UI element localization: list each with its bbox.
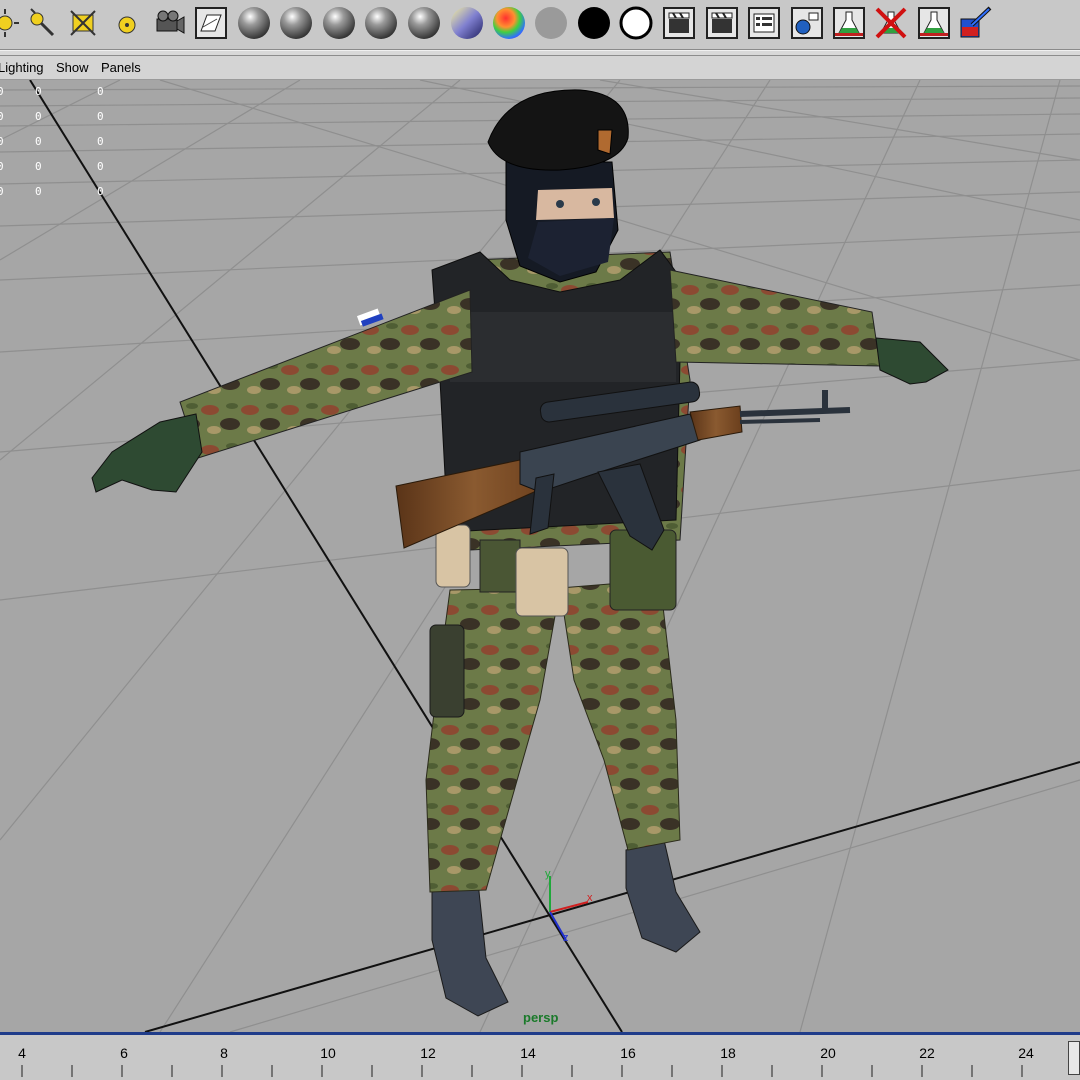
axis-y-label: y <box>545 868 551 880</box>
gray-sphere-icon[interactable] <box>362 4 400 42</box>
gray-sphere-icon[interactable] <box>320 4 358 42</box>
gray-sphere-icon[interactable] <box>277 4 315 42</box>
hud-value: 0 <box>35 135 42 148</box>
texture-placement-icon[interactable] <box>192 4 230 42</box>
flask-icon[interactable] <box>915 4 953 42</box>
rainbow-sphere-icon[interactable] <box>490 4 528 42</box>
hud-value: 0 <box>0 110 4 123</box>
hud-value: 0 <box>0 85 4 98</box>
hud-value: 0 <box>35 85 42 98</box>
frame-tick-label: 12 <box>420 1045 436 1061</box>
render-settings-icon[interactable] <box>745 4 783 42</box>
axis-gizmo <box>549 876 589 941</box>
frame-tick-label: 6 <box>120 1045 128 1061</box>
area-light-icon[interactable] <box>64 4 102 42</box>
frame-tick-label: 10 <box>320 1045 336 1061</box>
scene-canvas <box>0 80 1080 1032</box>
sun-light-icon[interactable] <box>0 4 24 42</box>
perspective-viewport[interactable]: 0 0 0 0 0 0 0 0 0 0 0 0 0 0 0 y x z pers… <box>0 80 1080 1032</box>
time-slider[interactable]: 4 6 8 10 12 14 16 18 20 22 24 <box>0 1032 1080 1080</box>
hud-value: 0 <box>35 110 42 123</box>
axis-x-label: x <box>587 892 593 904</box>
soldier-model[interactable] <box>91 89 949 1017</box>
hypershade-icon[interactable] <box>788 4 826 42</box>
camera-icon[interactable] <box>150 4 188 42</box>
time-ruler <box>21 1065 1023 1077</box>
camera-name-label: persp <box>523 1010 559 1025</box>
black-circle-icon[interactable] <box>575 4 613 42</box>
frame-tick-label: 24 <box>1018 1045 1034 1061</box>
menu-panels[interactable]: Panels <box>101 60 141 75</box>
hud-value: 0 <box>97 160 104 173</box>
current-frame-field[interactable] <box>1068 1041 1080 1075</box>
hud-value: 0 <box>97 85 104 98</box>
gray-sphere-icon[interactable] <box>405 4 443 42</box>
hud-value: 0 <box>0 135 4 148</box>
gradient-sphere-icon[interactable] <box>448 4 486 42</box>
frame-tick-label: 8 <box>220 1045 228 1061</box>
menu-lighting[interactable]: Lighting <box>0 60 44 75</box>
flask-icon[interactable] <box>830 4 868 42</box>
spot-light-icon[interactable] <box>22 4 60 42</box>
hud-value: 0 <box>35 160 42 173</box>
frame-tick-label: 20 <box>820 1045 836 1061</box>
panel-menu-bar: Lighting Show Panels <box>0 56 1080 80</box>
render-clapper-icon[interactable] <box>660 4 698 42</box>
shelf-toolbar <box>0 0 1080 50</box>
frame-tick-label: 22 <box>919 1045 935 1061</box>
frame-tick-label: 14 <box>520 1045 536 1061</box>
point-light-icon[interactable] <box>108 4 146 42</box>
hud-value: 0 <box>0 160 4 173</box>
menu-show[interactable]: Show <box>56 60 89 75</box>
gray-sphere-icon[interactable] <box>235 4 273 42</box>
hud-value: 0 <box>97 185 104 198</box>
frame-tick-label: 16 <box>620 1045 636 1061</box>
hud-value: 0 <box>97 135 104 148</box>
paint-brush-icon[interactable] <box>957 4 995 42</box>
render-clapper-icon[interactable] <box>703 4 741 42</box>
hud-value: 0 <box>97 110 104 123</box>
frame-tick-label: 4 <box>18 1045 26 1061</box>
hud-value: 0 <box>35 185 42 198</box>
hud-value: 0 <box>0 185 4 198</box>
axis-z-label: z <box>563 932 569 944</box>
flask-delete-icon[interactable] <box>872 4 910 42</box>
flat-gray-circle-icon[interactable] <box>532 4 570 42</box>
white-circle-icon[interactable] <box>617 4 655 42</box>
frame-tick-label: 18 <box>720 1045 736 1061</box>
